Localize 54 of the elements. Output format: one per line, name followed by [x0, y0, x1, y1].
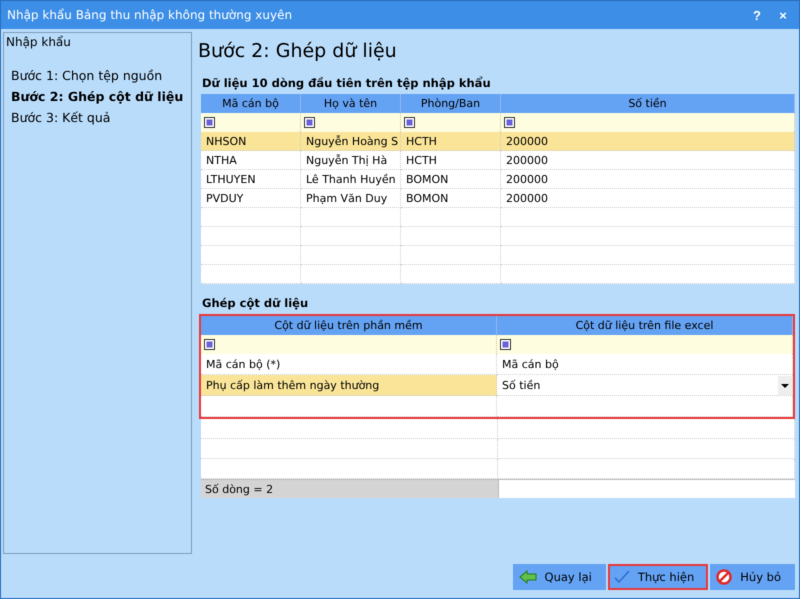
dropdown-caret-icon[interactable]	[778, 376, 792, 394]
table-cell: Nguyễn Thị Hà	[301, 151, 401, 170]
filter-cell[interactable]	[501, 113, 795, 132]
table-cell: 200000	[501, 132, 795, 151]
column-header[interactable]: Cột dữ liệu trên phần mềm	[201, 316, 497, 335]
filter-icon[interactable]	[204, 117, 215, 128]
table-cell: LTHUYEN	[201, 170, 301, 189]
filter-icon[interactable]	[304, 117, 315, 128]
table-cell: NHSON	[201, 132, 301, 151]
table-cell[interactable]: Mã cán bộ	[497, 354, 793, 375]
back-button[interactable]: Quay lại	[512, 564, 606, 590]
table-cell: BOMON	[401, 170, 501, 189]
table-cell: BOMON	[401, 189, 501, 208]
filter-icon[interactable]	[504, 117, 515, 128]
table-cell: PVDUY	[201, 189, 301, 208]
column-header[interactable]: Số tiền	[501, 94, 795, 113]
sidebar-item[interactable]: Bước 1: Chọn tệp nguồn	[6, 65, 189, 86]
run-button[interactable]: Thực hiện	[608, 564, 708, 590]
filter-cell[interactable]	[301, 113, 401, 132]
row-count: Số dòng = 2	[201, 480, 498, 498]
sidebar-title: Nhập khẩu	[6, 35, 72, 49]
window-title: Nhập khẩu Bảng thu nhập không thường xuyên	[7, 8, 294, 22]
filter-icon[interactable]	[404, 117, 415, 128]
filter-icon[interactable]	[204, 339, 215, 350]
table-cell: Nguyễn Hoàng S	[301, 132, 401, 151]
table-cell: NTHA	[201, 151, 301, 170]
section-title: Ghép cột dữ liệu	[202, 296, 310, 310]
table-cell: Phạm Văn Duy	[301, 189, 401, 208]
filter-cell[interactable]	[201, 335, 497, 354]
table-cell: Lê Thanh Huyền	[301, 170, 401, 189]
table-cell: Phụ cấp làm thêm ngày thường	[201, 375, 497, 396]
table-cell: 200000	[501, 151, 795, 170]
table-cell: HCTH	[401, 132, 501, 151]
table-cell[interactable]: Số tiền	[497, 375, 793, 396]
sidebar-item[interactable]: Bước 2: Ghép cột dữ liệu	[6, 86, 189, 107]
arrow-left-icon	[518, 570, 537, 584]
filter-cell[interactable]	[201, 113, 301, 132]
column-header[interactable]: Phòng/Ban	[401, 94, 501, 113]
filter-icon[interactable]	[500, 339, 511, 350]
filter-cell[interactable]	[401, 113, 501, 132]
column-header[interactable]: Họ và tên	[301, 94, 401, 113]
prohibited-icon	[716, 569, 732, 585]
table-cell: 200000	[501, 170, 795, 189]
column-header[interactable]: Cột dữ liệu trên file excel	[497, 316, 793, 335]
table-cell: HCTH	[401, 151, 501, 170]
cancel-button[interactable]: Hủy bỏ	[710, 564, 795, 590]
step-heading: Bước 2: Ghép dữ liệu	[198, 40, 398, 62]
sidebar-item[interactable]: Bước 3: Kết quả	[6, 107, 189, 128]
filter-cell[interactable]	[497, 335, 793, 354]
check-icon	[614, 570, 630, 584]
section-title: Dữ liệu 10 dòng đầu tiên trên tệp nhập khẩu	[202, 76, 492, 90]
column-header[interactable]: Mã cán bộ	[201, 94, 301, 113]
table-cell: Mã cán bộ (*)	[201, 354, 497, 375]
table-cell: 200000	[501, 189, 795, 208]
